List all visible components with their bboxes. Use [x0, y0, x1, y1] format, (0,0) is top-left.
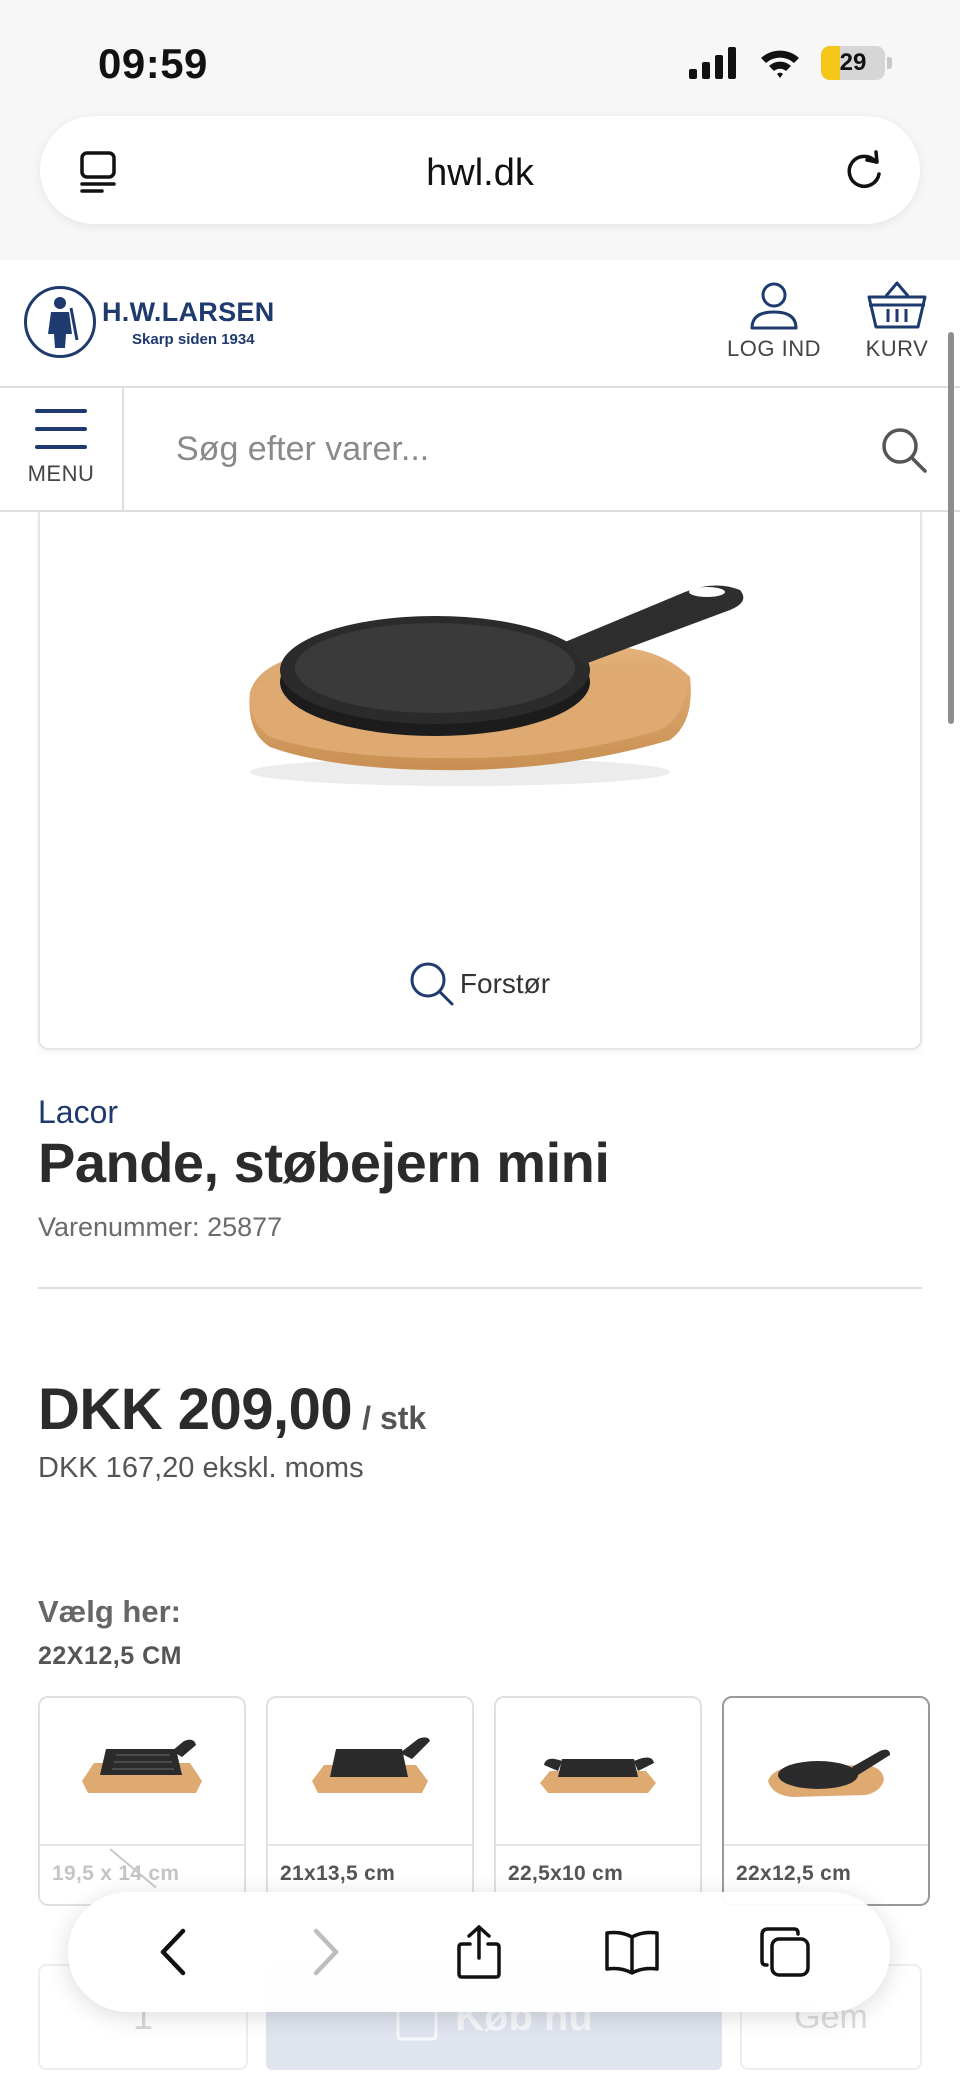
product-sku: Varenummer: 25877: [38, 1212, 282, 1243]
variant-list: 19,5 x 14 cm 21x13,5 cm 22,5x10 cm 22x12…: [38, 1696, 930, 1906]
login-label: LOG IND: [727, 336, 821, 361]
site-logo[interactable]: H.W.LARSEN Skarp siden 1934: [24, 286, 275, 358]
search-input[interactable]: [176, 424, 856, 474]
variant-option[interactable]: 19,5 x 14 cm: [38, 1696, 246, 1906]
sku-value: 25877: [207, 1212, 283, 1242]
product-title: Pande, støbejern mini: [38, 1131, 610, 1194]
product-image-card[interactable]: Forstør: [38, 512, 922, 1050]
search-icon[interactable]: [880, 426, 928, 479]
status-time: 09:59: [98, 40, 208, 87]
variant-image: [40, 1698, 244, 1846]
scrollbar[interactable]: [948, 332, 954, 724]
search-row: MENU: [0, 388, 960, 512]
logo-tagline: Skarp siden 1934: [132, 330, 255, 348]
cellular-signal-icon: [689, 47, 736, 79]
basket-icon: [867, 281, 927, 329]
back-button[interactable]: [133, 1912, 213, 1992]
variant-option[interactable]: 22,5x10 cm: [494, 1696, 702, 1906]
battery-cap: [887, 57, 892, 69]
chevron-right-icon: [313, 1928, 339, 1976]
variant-image: [268, 1698, 472, 1846]
variant-option-selected[interactable]: 22x12,5 cm: [722, 1696, 930, 1906]
variant-image: [496, 1698, 700, 1846]
price-ex-vat: DKK 167,20 ekskl. moms: [38, 1452, 364, 1484]
reload-icon[interactable]: [842, 148, 886, 197]
browser-url-area: hwl.dk: [0, 110, 960, 260]
product-price: DKK 209,00: [38, 1377, 353, 1442]
menu-button[interactable]: MENU: [0, 388, 124, 510]
tabs-button[interactable]: [745, 1912, 825, 1992]
variant-image: [724, 1698, 928, 1846]
product-image[interactable]: [230, 552, 760, 802]
book-icon: [605, 1930, 659, 1975]
variant-selected-value: 22X12,5 CM: [38, 1642, 182, 1670]
forward-button[interactable]: [286, 1912, 366, 1992]
status-icons: 29: [689, 46, 892, 80]
login-button[interactable]: LOG IND: [722, 280, 826, 362]
zoom-button[interactable]: Forstør: [40, 962, 920, 1006]
wifi-icon: [761, 50, 799, 78]
magnifier-icon: [410, 962, 454, 1006]
price-line: DKK 209,00 / stk: [38, 1376, 426, 1443]
browser-toolbar: [68, 1892, 890, 2012]
cart-label: KURV: [865, 336, 929, 361]
menu-label: MENU: [27, 461, 95, 486]
url-text[interactable]: hwl.dk: [40, 152, 920, 195]
logo-name: H.W.LARSEN: [102, 296, 275, 327]
zoom-label: Forstør: [459, 968, 551, 999]
product-brand[interactable]: Lacor: [38, 1094, 118, 1131]
share-button[interactable]: [439, 1912, 519, 1992]
battery-icon: 29: [821, 46, 885, 80]
variant-option[interactable]: 21x13,5 cm: [266, 1696, 474, 1906]
tabs-icon: [760, 1927, 811, 1977]
bookmarks-button[interactable]: [592, 1912, 672, 1992]
logo-mark-icon: [24, 286, 96, 358]
site-header: H.W.LARSEN Skarp siden 1934 LOG IND KURV: [0, 260, 960, 388]
user-icon: [750, 282, 798, 330]
sku-label: Varenummer:: [38, 1212, 200, 1242]
price-unit: / stk: [362, 1400, 427, 1436]
divider: [38, 1287, 922, 1289]
url-bar[interactable]: hwl.dk: [40, 116, 920, 224]
battery-level: 29: [839, 49, 867, 76]
hamburger-icon: [35, 409, 87, 449]
chevron-left-icon: [160, 1928, 185, 1976]
cart-button[interactable]: KURV: [852, 280, 942, 362]
status-bar: 09:59 29: [0, 0, 960, 110]
variant-choose-label: Vælg her:: [38, 1594, 181, 1629]
share-icon: [457, 1925, 501, 1979]
